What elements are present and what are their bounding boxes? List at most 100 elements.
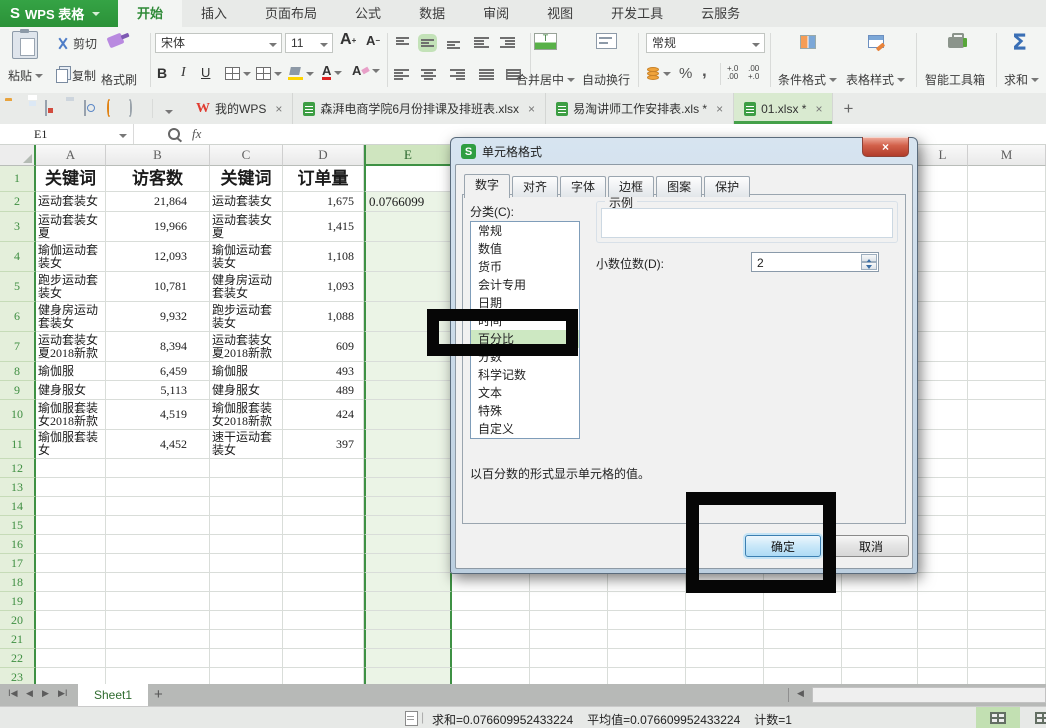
cell[interactable] xyxy=(764,649,842,668)
row-header-1[interactable]: 1 xyxy=(0,166,36,192)
cell[interactable] xyxy=(106,573,210,592)
cell[interactable] xyxy=(210,630,283,649)
row-header-17[interactable]: 17 xyxy=(0,554,36,573)
cell[interactable] xyxy=(452,573,530,592)
cell[interactable] xyxy=(918,649,968,668)
column-header-m[interactable]: M xyxy=(968,145,1046,166)
cell[interactable] xyxy=(283,630,364,649)
cell[interactable] xyxy=(36,554,106,573)
merge-center-button[interactable]: T xyxy=(534,33,557,50)
print-preview-button[interactable] xyxy=(84,101,86,115)
cell[interactable] xyxy=(364,573,452,592)
dialog-tab-边框[interactable]: 边框 xyxy=(608,176,654,197)
cell[interactable] xyxy=(364,381,452,400)
cell[interactable] xyxy=(968,192,1046,212)
row-header-14[interactable]: 14 xyxy=(0,497,36,516)
cell[interactable] xyxy=(106,497,210,516)
row-header-9[interactable]: 9 xyxy=(0,381,36,400)
column-header-e[interactable]: E xyxy=(364,145,452,166)
new-document-button[interactable]: + xyxy=(833,93,863,124)
cell[interactable] xyxy=(36,668,106,684)
cell[interactable] xyxy=(968,430,1046,459)
sum-label[interactable]: 求和 xyxy=(1004,71,1039,88)
row-header-5[interactable]: 5 xyxy=(0,272,36,302)
cell[interactable] xyxy=(452,611,530,630)
row-header-12[interactable]: 12 xyxy=(0,459,36,478)
row-header-4[interactable]: 4 xyxy=(0,242,36,272)
cell[interactable]: 9,932 xyxy=(106,302,210,332)
decimal-places-spinner[interactable]: 2 xyxy=(751,252,879,272)
cell[interactable] xyxy=(36,535,106,554)
dialog-tab-图案[interactable]: 图案 xyxy=(656,176,702,197)
cell[interactable] xyxy=(283,668,364,684)
cell[interactable] xyxy=(918,478,968,497)
cell[interactable]: 运动套装女夏 xyxy=(210,212,283,242)
cell[interactable] xyxy=(968,400,1046,430)
toolbox-label[interactable]: 智能工具箱 xyxy=(925,71,985,88)
cell[interactable] xyxy=(36,478,106,497)
currency-button[interactable] xyxy=(646,67,671,80)
cell[interactable]: 瑜伽服套装女 xyxy=(36,430,106,459)
cell[interactable]: 1,415 xyxy=(283,212,364,242)
cell[interactable] xyxy=(608,630,686,649)
cell[interactable]: 397 xyxy=(283,430,364,459)
cell[interactable] xyxy=(210,611,283,630)
category-item[interactable]: 特殊 xyxy=(471,402,579,420)
add-sheet-button[interactable]: + xyxy=(146,684,171,706)
sheet-tab[interactable]: Sheet1 xyxy=(78,684,148,706)
cell[interactable] xyxy=(968,516,1046,535)
cell[interactable] xyxy=(36,516,106,535)
cell[interactable] xyxy=(283,516,364,535)
dialog-close-button[interactable]: × xyxy=(862,137,909,157)
cell[interactable] xyxy=(918,166,968,192)
cell[interactable] xyxy=(968,611,1046,630)
cell[interactable] xyxy=(364,430,452,459)
cell[interactable] xyxy=(283,554,364,573)
cell[interactable] xyxy=(106,668,210,684)
wrap-text-button[interactable] xyxy=(596,33,617,49)
cell[interactable] xyxy=(968,554,1046,573)
row-header-6[interactable]: 6 xyxy=(0,302,36,332)
cell[interactable] xyxy=(968,272,1046,302)
cell[interactable] xyxy=(918,381,968,400)
cell[interactable] xyxy=(918,630,968,649)
cell[interactable]: 访客数 xyxy=(106,166,210,192)
cell[interactable] xyxy=(842,611,918,630)
increase-indent-button[interactable] xyxy=(500,37,515,48)
cell[interactable]: 493 xyxy=(283,362,364,381)
cell[interactable]: 21,864 xyxy=(106,192,210,212)
dialog-title-bar[interactable]: S 单元格格式 xyxy=(461,143,542,160)
cell[interactable] xyxy=(364,611,452,630)
cell[interactable] xyxy=(918,459,968,478)
cell[interactable] xyxy=(918,516,968,535)
row-header-19[interactable]: 19 xyxy=(0,592,36,611)
cell[interactable] xyxy=(842,649,918,668)
menu-tab[interactable]: 开发工具 xyxy=(592,0,682,27)
decrease-indent-button[interactable] xyxy=(474,37,489,48)
cell[interactable]: 瑜伽运动套装女 xyxy=(210,242,283,272)
cell[interactable] xyxy=(530,630,608,649)
cell[interactable] xyxy=(364,212,452,242)
cell[interactable] xyxy=(764,630,842,649)
cell[interactable] xyxy=(968,592,1046,611)
merge-center-label[interactable]: 合并居中 xyxy=(516,71,575,88)
cell[interactable] xyxy=(452,649,530,668)
spinner-up-button[interactable] xyxy=(861,254,877,262)
cell[interactable] xyxy=(968,668,1046,684)
cell[interactable] xyxy=(968,332,1046,362)
cell[interactable] xyxy=(968,212,1046,242)
cell[interactable] xyxy=(686,592,764,611)
cell[interactable] xyxy=(968,459,1046,478)
align-center-button[interactable] xyxy=(421,69,436,80)
cell[interactable] xyxy=(918,272,968,302)
cell[interactable] xyxy=(364,592,452,611)
cell[interactable] xyxy=(106,459,210,478)
menu-tab[interactable]: 云服务 xyxy=(682,0,759,27)
cell[interactable] xyxy=(36,497,106,516)
cell[interactable] xyxy=(530,573,608,592)
row-header-20[interactable]: 20 xyxy=(0,611,36,630)
cell[interactable]: 瑜伽运动套装女 xyxy=(36,242,106,272)
cell[interactable] xyxy=(968,649,1046,668)
cell[interactable] xyxy=(283,459,364,478)
cell[interactable]: 瑜伽服 xyxy=(36,362,106,381)
